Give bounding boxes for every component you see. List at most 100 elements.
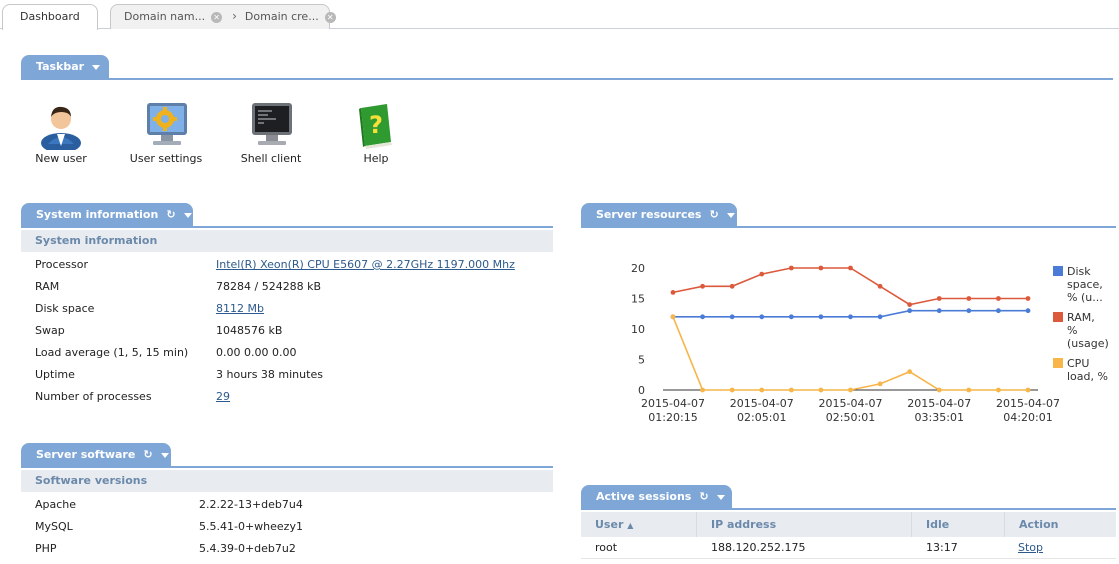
data-point xyxy=(936,308,942,314)
server-software-subheader: Software versions xyxy=(21,470,553,492)
chevron-down-icon[interactable] xyxy=(726,212,735,218)
data-point xyxy=(966,296,972,301)
data-point xyxy=(818,265,824,271)
chevron-down-icon[interactable] xyxy=(183,212,192,218)
data-point xyxy=(907,302,913,307)
taskbar-item-help[interactable]: ? Help xyxy=(336,100,416,165)
system-info-subheader: System information xyxy=(21,230,553,252)
info-label: RAM xyxy=(35,280,60,293)
table-row: root 188.120.252.175 13:17 Stop xyxy=(581,537,1116,559)
column-header-action[interactable]: Action xyxy=(1005,512,1116,537)
system-info-toggle[interactable]: System information ↻ xyxy=(21,203,193,227)
y-tick-label: 5 xyxy=(638,354,645,367)
legend-label: (usage) xyxy=(1067,337,1109,350)
data-point xyxy=(670,314,676,320)
data-point xyxy=(670,290,676,295)
server-resources-title: Server resources xyxy=(596,208,702,221)
tab-domain-group[interactable]: Domain nam... ✕ › Domain cre... ✕ xyxy=(110,4,336,29)
data-point xyxy=(907,369,913,375)
info-label: Swap xyxy=(35,324,65,337)
taskbar-item-label: Help xyxy=(363,152,389,165)
table-row: Number of processes 29 xyxy=(21,386,553,408)
tab-dashboard-label: Dashboard xyxy=(20,10,80,23)
series-line xyxy=(672,267,1028,306)
tab-domain-create-label[interactable]: Domain cre... xyxy=(245,10,319,23)
info-label: Processor xyxy=(35,258,88,271)
close-icon[interactable]: ✕ xyxy=(324,11,336,23)
server-software-toggle[interactable]: Server software ↻ xyxy=(21,443,171,467)
x-tick-label: 04:20:01 xyxy=(1003,411,1052,424)
y-tick-label: 20 xyxy=(631,262,645,275)
taskbar-item-user-settings[interactable]: User settings xyxy=(126,100,206,165)
legend-label: space, xyxy=(1067,278,1103,291)
taskbar-toggle[interactable]: Taskbar xyxy=(21,55,109,79)
taskbar-item-shell-client[interactable]: Shell client xyxy=(231,100,311,165)
data-point xyxy=(1025,296,1031,301)
legend-label: load, % xyxy=(1067,370,1108,383)
column-header-idle[interactable]: Idle xyxy=(912,512,1005,537)
info-value-link[interactable]: 8112 Mb xyxy=(216,298,264,320)
data-point xyxy=(936,387,942,393)
table-row: Apache 2.2.22-13+deb7u4 xyxy=(21,494,553,516)
info-label: Number of processes xyxy=(35,390,152,403)
table-row: Processor Intel(R) Xeon(R) CPU E5607 @ 2.… xyxy=(21,254,553,276)
session-idle: 13:17 xyxy=(926,541,958,554)
data-point xyxy=(818,387,824,393)
taskbar-header: Taskbar xyxy=(21,55,1113,80)
refresh-icon[interactable]: ↻ xyxy=(709,203,718,227)
table-row: PHP 5.4.39-0+deb7u2 xyxy=(21,538,553,560)
y-tick-label: 15 xyxy=(631,293,645,306)
table-row: Load average (1, 5, 15 min) 0.00 0.00 0.0… xyxy=(21,342,553,364)
server-resources-toggle[interactable]: Server resources ↻ xyxy=(581,203,737,227)
tab-dashboard[interactable]: Dashboard xyxy=(2,4,98,30)
chevron-down-icon[interactable] xyxy=(716,494,725,500)
software-version: 5.4.39-0+deb7u2 xyxy=(199,542,296,555)
user-icon xyxy=(36,100,86,153)
software-version: 5.5.41-0+wheezy1 xyxy=(199,520,303,533)
taskbar-title: Taskbar xyxy=(36,60,85,73)
refresh-icon[interactable]: ↻ xyxy=(166,203,175,227)
info-value-link[interactable]: 29 xyxy=(216,386,230,408)
chevron-down-icon[interactable] xyxy=(160,452,169,458)
data-point xyxy=(700,314,705,320)
data-point xyxy=(966,387,972,393)
active-sessions-title: Active sessions xyxy=(596,490,692,503)
active-sessions-toggle[interactable]: Active sessions ↻ xyxy=(581,485,732,509)
y-tick-label: 10 xyxy=(631,323,645,336)
info-label: Disk space xyxy=(35,302,95,315)
software-name: PHP xyxy=(35,542,57,555)
server-software-title: Server software xyxy=(36,448,136,461)
close-icon[interactable]: ✕ xyxy=(211,11,223,23)
legend-label: Disk xyxy=(1067,265,1091,278)
legend-label: RAM, xyxy=(1067,311,1095,324)
refresh-icon[interactable]: ↻ xyxy=(143,443,152,467)
x-tick-label: 2015-04-07 xyxy=(907,397,971,410)
refresh-icon[interactable]: ↻ xyxy=(699,485,708,509)
taskbar-item-new-user[interactable]: New user xyxy=(21,100,101,165)
column-header-user[interactable]: User ▲ xyxy=(581,512,697,537)
server-software-header: Server software ↻ xyxy=(21,443,553,468)
x-tick-label: 02:50:01 xyxy=(826,411,875,424)
data-point xyxy=(907,308,913,314)
data-point xyxy=(848,314,853,320)
tab-domain-names-label[interactable]: Domain nam... xyxy=(124,10,205,23)
table-row: RAM 78284 / 524288 kB xyxy=(21,276,553,298)
legend-label: % xyxy=(1067,324,1077,337)
x-tick-label: 2015-04-07 xyxy=(730,397,794,410)
taskbar-item-label: User settings xyxy=(129,152,203,165)
terminal-icon xyxy=(246,100,296,150)
sessions-table-header: User ▲ IP address Idle Action xyxy=(581,512,1116,537)
chevron-right-icon: › xyxy=(232,9,237,23)
svg-text:?: ? xyxy=(369,111,383,139)
info-value-link[interactable]: Intel(R) Xeon(R) CPU E5607 @ 2.27GHz 119… xyxy=(216,254,515,276)
data-point xyxy=(700,387,705,393)
chevron-down-icon[interactable] xyxy=(92,64,101,70)
column-header-ip[interactable]: IP address xyxy=(697,512,912,537)
software-name: MySQL xyxy=(35,520,73,533)
legend-swatch xyxy=(1053,358,1063,368)
session-stop-link[interactable]: Stop xyxy=(1018,537,1043,559)
data-point xyxy=(759,314,765,320)
taskbar-item-label: Shell client xyxy=(240,152,302,165)
x-tick-label: 01:20:15 xyxy=(648,411,697,424)
legend-label: % (u... xyxy=(1067,291,1103,304)
